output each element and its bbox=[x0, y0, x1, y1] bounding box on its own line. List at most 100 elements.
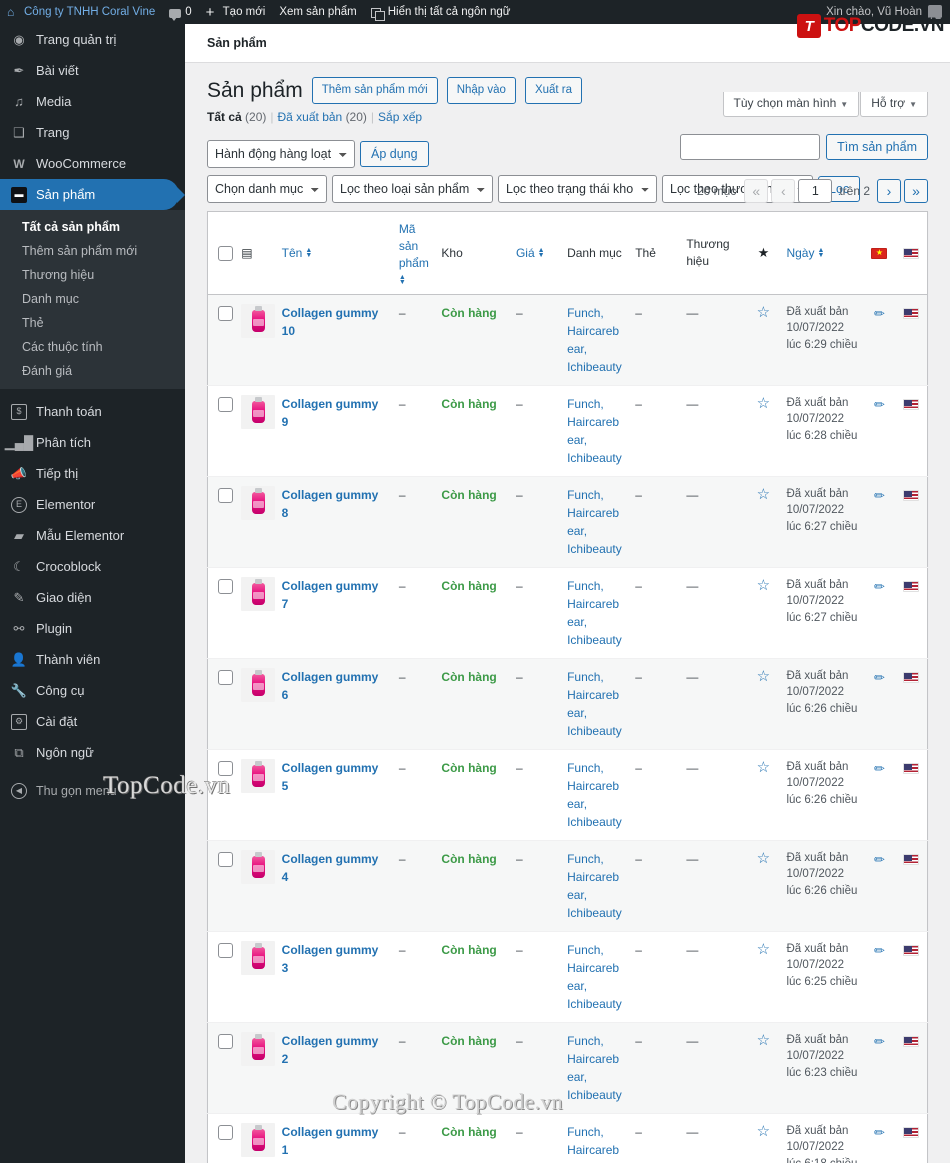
row-checkbox[interactable] bbox=[218, 306, 233, 322]
sidebar-item-products[interactable]: ▬ Sản phẩm bbox=[0, 179, 179, 210]
help-button[interactable]: Hỗ trợ ▼ bbox=[860, 92, 928, 117]
product-categories-link[interactable]: Funch, Haircarebear, Ichibeauty bbox=[567, 397, 622, 465]
sidebar-item-payments[interactable]: $ Thanh toán bbox=[0, 396, 185, 427]
product-categories-link[interactable]: Funch, Haircarebear, Ichibeauty bbox=[567, 943, 622, 1011]
product-name-link[interactable]: Collagen gummy 9 bbox=[282, 397, 379, 429]
filter-product-type-select[interactable]: Lọc theo loại sản phẩm bbox=[332, 175, 493, 204]
row-checkbox[interactable] bbox=[218, 670, 233, 686]
row-checkbox[interactable] bbox=[218, 579, 233, 595]
edit-translation-vi-icon[interactable]: ✏ bbox=[874, 304, 885, 324]
site-name-menu[interactable]: ⌂ Công ty TNHH Coral Vine bbox=[0, 0, 162, 24]
row-checkbox[interactable] bbox=[218, 1125, 233, 1141]
featured-star-icon[interactable]: ☆ bbox=[757, 759, 770, 776]
product-categories-link[interactable]: Funch, Haircarebear, Ichibeauty bbox=[567, 1125, 622, 1163]
edit-translation-vi-icon[interactable]: ✏ bbox=[874, 941, 885, 961]
sidebar-item-tools[interactable]: 🔧 Công cụ bbox=[0, 675, 185, 706]
submenu-item-categories[interactable]: Danh mục bbox=[0, 287, 185, 311]
featured-star-icon[interactable]: ☆ bbox=[757, 941, 770, 958]
submenu-item-brands[interactable]: Thương hiệu bbox=[0, 263, 185, 287]
sidebar-item-elementor-templates[interactable]: ▰ Mẫu Elementor bbox=[0, 520, 185, 551]
edit-translation-vi-icon[interactable]: ✏ bbox=[874, 577, 885, 597]
view-link-sort[interactable]: Sắp xếp bbox=[378, 110, 422, 124]
row-checkbox[interactable] bbox=[218, 852, 233, 868]
featured-star-icon[interactable]: ☆ bbox=[757, 395, 770, 412]
flag-us-icon[interactable] bbox=[903, 1036, 920, 1048]
edit-translation-vi-icon[interactable]: ✏ bbox=[874, 1032, 885, 1052]
sidebar-item-settings[interactable]: ⚙ Cài đặt bbox=[0, 706, 185, 737]
sort-by-sku[interactable]: Mã sản phẩm ▲ ▼ bbox=[399, 221, 430, 285]
product-categories-link[interactable]: Funch, Haircarebear, Ichibeauty bbox=[567, 306, 622, 374]
pagination-last-top[interactable]: » bbox=[904, 179, 928, 204]
my-account-menu[interactable]: Xin chào, Vũ Hoàn bbox=[826, 5, 950, 19]
sidebar-item-dashboard[interactable]: ◉ Trang quản trị bbox=[0, 24, 185, 55]
flag-us-icon[interactable] bbox=[903, 854, 920, 866]
featured-star-icon[interactable]: ☆ bbox=[757, 577, 770, 594]
product-categories-link[interactable]: Funch, Haircarebear, Ichibeauty bbox=[567, 488, 622, 556]
sidebar-item-woocommerce[interactable]: W WooCommerce bbox=[0, 148, 185, 179]
comments-menu[interactable]: 0 bbox=[162, 0, 198, 24]
product-name-link[interactable]: Collagen gummy 4 bbox=[282, 852, 379, 884]
add-new-product-button[interactable]: Thêm sản phẩm mới bbox=[311, 77, 438, 104]
product-categories-link[interactable]: Funch, Haircarebear, Ichibeauty bbox=[567, 761, 622, 829]
filter-category-select[interactable]: Chọn danh mục bbox=[207, 175, 327, 204]
submenu-item-all-products[interactable]: Tất cả sản phẩm bbox=[0, 215, 185, 239]
product-name-link[interactable]: Collagen gummy 5 bbox=[282, 761, 379, 793]
product-thumbnail[interactable] bbox=[241, 303, 276, 338]
flag-us-icon[interactable] bbox=[903, 308, 920, 320]
product-name-link[interactable]: Collagen gummy 2 bbox=[282, 1034, 379, 1066]
row-checkbox[interactable] bbox=[218, 397, 233, 413]
submenu-item-add-new-product[interactable]: Thêm sản phẩm mới bbox=[0, 239, 185, 263]
product-thumbnail[interactable] bbox=[241, 576, 276, 611]
flag-us-icon[interactable] bbox=[903, 945, 920, 957]
pagination-next-top[interactable]: › bbox=[877, 179, 901, 204]
sidebar-item-crocoblock[interactable]: ☾ Crocoblock bbox=[0, 551, 185, 582]
featured-star-icon[interactable]: ☆ bbox=[757, 850, 770, 867]
edit-translation-vi-icon[interactable]: ✏ bbox=[874, 395, 885, 415]
sidebar-item-plugins[interactable]: ⚯ Plugin bbox=[0, 613, 185, 644]
view-products-link[interactable]: Xem sản phẩm bbox=[272, 0, 363, 24]
product-thumbnail[interactable] bbox=[241, 667, 276, 702]
product-name-link[interactable]: Collagen gummy 6 bbox=[282, 670, 379, 702]
flag-us-icon[interactable] bbox=[903, 399, 920, 411]
row-checkbox[interactable] bbox=[218, 488, 233, 504]
product-categories-link[interactable]: Funch, Haircarebear, Ichibeauty bbox=[567, 579, 622, 647]
new-content-menu[interactable]: + Tạo mới bbox=[199, 0, 273, 24]
sidebar-item-posts[interactable]: ✒ Bài viết bbox=[0, 55, 185, 86]
submenu-item-tags[interactable]: Thẻ bbox=[0, 311, 185, 335]
product-name-link[interactable]: Collagen gummy 3 bbox=[282, 943, 379, 975]
product-thumbnail[interactable] bbox=[241, 485, 276, 520]
featured-star-icon[interactable]: ☆ bbox=[757, 304, 770, 321]
featured-star-icon[interactable]: ☆ bbox=[757, 1123, 770, 1140]
flag-us-icon[interactable] bbox=[903, 672, 920, 684]
view-link-all[interactable]: Tất cả bbox=[207, 110, 242, 124]
sidebar-item-pages[interactable]: ❑ Trang bbox=[0, 117, 185, 148]
screen-options-button[interactable]: Tùy chọn màn hình ▼ bbox=[722, 92, 860, 117]
row-checkbox[interactable] bbox=[218, 1034, 233, 1050]
sidebar-item-users[interactable]: 👤 Thành viên bbox=[0, 644, 185, 675]
view-link-published[interactable]: Đã xuất bản bbox=[278, 110, 343, 124]
submenu-item-attributes[interactable]: Các thuộc tính bbox=[0, 335, 185, 359]
pagination-current-page-input[interactable] bbox=[798, 179, 833, 204]
featured-star-icon[interactable]: ☆ bbox=[757, 486, 770, 503]
sidebar-item-appearance[interactable]: ✎ Giao diện bbox=[0, 582, 185, 613]
sidebar-item-media[interactable]: ♫ Media bbox=[0, 86, 185, 117]
flag-us-icon[interactable] bbox=[903, 1127, 920, 1139]
product-name-link[interactable]: Collagen gummy 10 bbox=[282, 306, 379, 338]
row-checkbox[interactable] bbox=[218, 761, 233, 777]
featured-star-icon[interactable]: ☆ bbox=[757, 1032, 770, 1049]
submenu-item-reviews[interactable]: Đánh giá bbox=[0, 359, 185, 383]
product-thumbnail[interactable] bbox=[241, 394, 276, 429]
sidebar-item-languages[interactable]: ⧉ Ngôn ngữ bbox=[0, 737, 185, 768]
edit-translation-vi-icon[interactable]: ✏ bbox=[874, 759, 885, 779]
sidebar-item-marketing[interactable]: 📣 Tiếp thị bbox=[0, 458, 185, 489]
product-name-link[interactable]: Collagen gummy 7 bbox=[282, 579, 379, 611]
export-button[interactable]: Xuất ra bbox=[524, 77, 583, 104]
edit-translation-vi-icon[interactable]: ✏ bbox=[874, 850, 885, 870]
flag-us-icon[interactable] bbox=[903, 581, 920, 593]
product-thumbnail[interactable] bbox=[241, 1122, 276, 1157]
product-name-link[interactable]: Collagen gummy 1 bbox=[282, 1125, 379, 1157]
sidebar-item-elementor[interactable]: E Elementor bbox=[0, 489, 185, 520]
edit-translation-vi-icon[interactable]: ✏ bbox=[874, 486, 885, 506]
row-checkbox[interactable] bbox=[218, 943, 233, 959]
featured-star-icon[interactable]: ☆ bbox=[757, 668, 770, 685]
